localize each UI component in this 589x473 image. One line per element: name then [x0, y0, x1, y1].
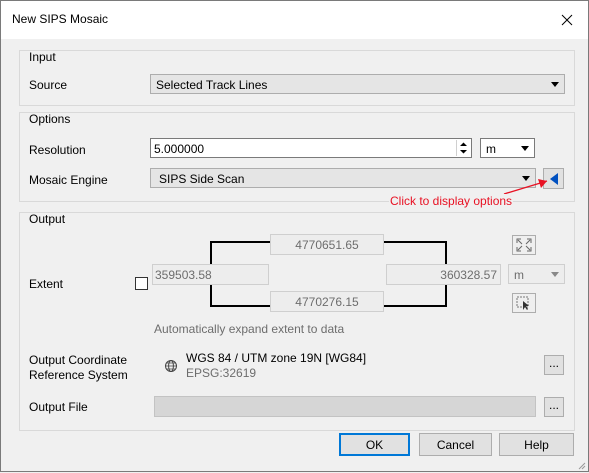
resolution-input[interactable]: 5.000000	[150, 138, 472, 158]
mosaic-engine-select[interactable]: SIPS Side Scan	[150, 168, 536, 188]
cancel-label: Cancel	[436, 437, 475, 452]
options-group: Options Resolution 5.000000 m Mosaic Eng…	[19, 112, 575, 202]
extent-label: Extent	[29, 277, 64, 291]
select-extent-button[interactable]	[512, 293, 536, 313]
extent-top-field[interactable]: 4770651.65	[270, 234, 384, 255]
source-value: Selected Track Lines	[156, 78, 268, 92]
help-label: Help	[524, 437, 549, 452]
extent-right-field[interactable]: 360328.57	[386, 264, 501, 285]
extent-right-value: 360328.57	[440, 268, 497, 282]
resolution-value: 5.000000	[154, 142, 205, 156]
help-button[interactable]: Help	[499, 433, 574, 456]
extent-bottom-field[interactable]: 4770276.15	[270, 291, 384, 312]
ok-label: OK	[365, 437, 384, 452]
crs-name: WGS 84 / UTM zone 19N [WG84]	[186, 351, 367, 365]
source-select[interactable]: Selected Track Lines	[150, 74, 565, 94]
resolution-spinner[interactable]	[456, 140, 470, 156]
spinner-arrows-icon	[460, 142, 467, 154]
source-label: Source	[29, 78, 68, 92]
mosaic-engine-value: SIPS Side Scan	[159, 172, 245, 186]
display-options-button[interactable]	[543, 168, 564, 189]
cancel-button[interactable]: Cancel	[419, 433, 492, 456]
input-group: Input Source Selected Track Lines	[19, 50, 575, 106]
input-group-label: Input	[29, 50, 56, 64]
window-title: New SIPS Mosaic	[12, 12, 109, 26]
chevron-down-icon	[551, 272, 559, 277]
cursor-select-icon	[516, 296, 529, 310]
annotation-label: Click to display options	[389, 194, 514, 208]
extent-left-field[interactable]: 359503.58	[152, 264, 269, 285]
close-button[interactable]	[550, 3, 584, 37]
crs-browse-button[interactable]: ...	[544, 355, 564, 375]
expand-icon	[516, 238, 532, 252]
chevron-down-icon	[521, 146, 529, 151]
output-group: Output Extent 4770651.65 359503.58 36032…	[19, 212, 575, 431]
extent-unit-select[interactable]: m	[508, 264, 565, 284]
auto-expand-note: Automatically expand extent to data	[154, 322, 345, 336]
options-group-label: Options	[29, 112, 71, 126]
crs-label-line1: Output Coordinate	[29, 353, 128, 367]
resize-grip-icon	[578, 462, 586, 470]
globe-icon	[165, 360, 177, 372]
extent-left-value: 359503.58	[155, 268, 212, 282]
extent-unit-value: m	[514, 268, 524, 282]
output-file-browse-label: ...	[548, 397, 559, 412]
ok-button[interactable]: OK	[339, 433, 410, 456]
resolution-unit-value: m	[486, 142, 496, 156]
chevron-down-icon	[522, 176, 530, 181]
output-file-input[interactable]	[154, 396, 536, 417]
extent-bottom-value: 4770276.15	[295, 295, 359, 309]
extent-top-value: 4770651.65	[295, 238, 359, 252]
output-group-label: Output	[29, 212, 66, 226]
output-file-label: Output File	[29, 400, 88, 414]
output-file-browse-button[interactable]: ...	[544, 397, 564, 417]
crs-browse-label: ...	[548, 355, 559, 370]
mosaic-engine-label: Mosaic Engine	[29, 173, 108, 187]
resolution-label: Resolution	[29, 143, 86, 157]
title-bar: New SIPS Mosaic	[1, 1, 588, 39]
triangle-left-icon	[549, 172, 558, 185]
crs-epsg: EPSG:32619	[186, 366, 257, 380]
zoom-extent-button[interactable]	[512, 235, 536, 255]
close-icon	[561, 14, 573, 26]
chevron-down-icon	[551, 82, 559, 87]
resize-grip[interactable]	[576, 459, 586, 470]
crs-label-line2: Reference System	[29, 368, 128, 382]
new-sips-mosaic-dialog: New SIPS Mosaic Input Source Selected Tr…	[0, 0, 589, 472]
extent-checkbox[interactable]	[135, 277, 148, 290]
resolution-unit-select[interactable]: m	[480, 138, 535, 158]
